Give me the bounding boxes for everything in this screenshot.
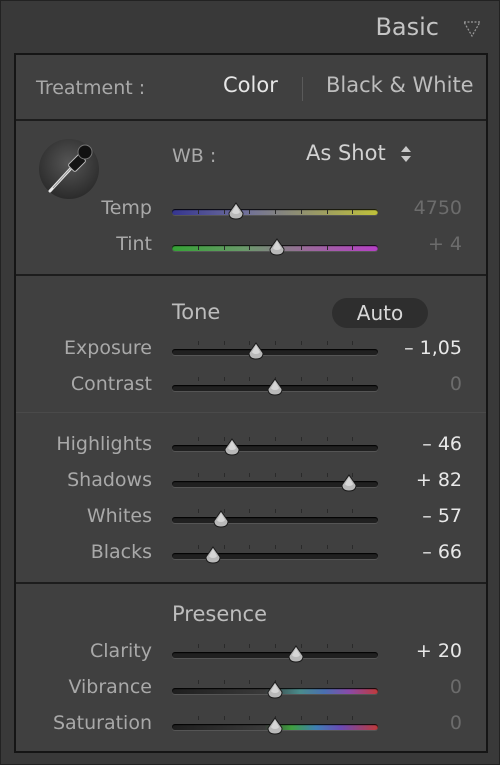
treatment-black-white-option[interactable]: Black & White xyxy=(326,73,474,97)
tint-label: Tint xyxy=(116,233,152,255)
highlights-slider-track[interactable] xyxy=(172,445,378,451)
exposure-slider-thumb[interactable] xyxy=(246,342,266,362)
tint-slider-thumb[interactable] xyxy=(267,238,287,258)
tint-value[interactable]: + 4 xyxy=(380,233,462,255)
saturation-label: Saturation xyxy=(52,712,152,734)
blacks-slider-thumb[interactable] xyxy=(203,546,223,566)
treatment-color-option[interactable]: Color xyxy=(223,73,278,97)
treatment-label: Treatment : xyxy=(36,77,146,99)
whites-slider-ticks xyxy=(172,509,378,515)
temp-slider-thumb[interactable] xyxy=(226,202,246,222)
treatment-divider xyxy=(302,77,303,101)
contrast-value[interactable]: 0 xyxy=(380,373,462,395)
temp-slider-ticks xyxy=(172,210,378,216)
wb-preset-select[interactable]: As Shot xyxy=(306,141,386,165)
highlights-slider-thumb[interactable] xyxy=(222,438,242,458)
panel-collapse-triangle-icon[interactable] xyxy=(463,21,481,37)
basic-panel: Basic Treatment : Color Black & White WB… xyxy=(0,0,500,765)
treatment-section: Treatment : Color Black & White xyxy=(16,55,486,119)
exposure-value[interactable]: – 1,05 xyxy=(380,337,462,359)
shadows-slider-thumb[interactable] xyxy=(339,474,359,494)
clarity-slider-thumb[interactable] xyxy=(286,645,306,665)
tone-subdivider xyxy=(16,412,486,413)
vibrance-value[interactable]: 0 xyxy=(380,676,462,698)
tone-heading: Tone xyxy=(172,300,221,324)
panel-body: Treatment : Color Black & White WB: As … xyxy=(14,53,488,753)
auto-tone-button[interactable]: Auto xyxy=(332,298,428,328)
shadows-value[interactable]: + 82 xyxy=(380,469,462,491)
wb-label: WB : xyxy=(172,145,217,167)
highlights-value[interactable]: – 46 xyxy=(380,433,462,455)
contrast-slider-thumb[interactable] xyxy=(265,378,285,398)
highlights-slider-ticks xyxy=(172,437,378,443)
white-balance-section: WB : As Shot Temp 4750 Tint + 4 xyxy=(16,121,486,274)
exposure-slider-ticks xyxy=(172,341,378,347)
blacks-value[interactable]: – 66 xyxy=(380,541,462,563)
whites-label: Whites xyxy=(86,505,152,527)
presence-heading: Presence xyxy=(172,602,268,626)
vibrance-label: Vibrance xyxy=(68,676,152,698)
exposure-label: Exposure xyxy=(64,337,152,359)
whites-slider-track[interactable] xyxy=(172,517,378,523)
panel-header[interactable]: Basic xyxy=(1,1,500,53)
tone-section: Tone Auto Exposure – 1,05 Contrast 0 Hig… xyxy=(16,276,486,582)
temp-value[interactable]: 4750 xyxy=(380,197,462,219)
whites-slider-thumb[interactable] xyxy=(211,510,231,530)
clarity-slider-track[interactable] xyxy=(172,652,378,658)
clarity-slider-ticks xyxy=(172,644,378,650)
presence-section: Presence Clarity + 20 Vibrance 0 Saturat… xyxy=(16,584,486,751)
highlights-label: Highlights xyxy=(56,433,152,455)
clarity-value[interactable]: + 20 xyxy=(380,640,462,662)
exposure-slider-track[interactable] xyxy=(172,349,378,355)
saturation-value[interactable]: 0 xyxy=(380,712,462,734)
saturation-slider-thumb[interactable] xyxy=(265,717,285,737)
vibrance-slider-thumb[interactable] xyxy=(265,681,285,701)
temp-label: Temp xyxy=(101,197,152,219)
whites-value[interactable]: – 57 xyxy=(380,505,462,527)
contrast-label: Contrast xyxy=(70,373,152,395)
clarity-label: Clarity xyxy=(90,640,152,662)
white-balance-eyedropper-icon[interactable] xyxy=(36,135,102,201)
blacks-label: Blacks xyxy=(90,541,152,563)
panel-title: Basic xyxy=(375,13,439,41)
shadows-label: Shadows xyxy=(67,469,152,491)
wb-select-arrows-icon[interactable] xyxy=(400,145,412,163)
